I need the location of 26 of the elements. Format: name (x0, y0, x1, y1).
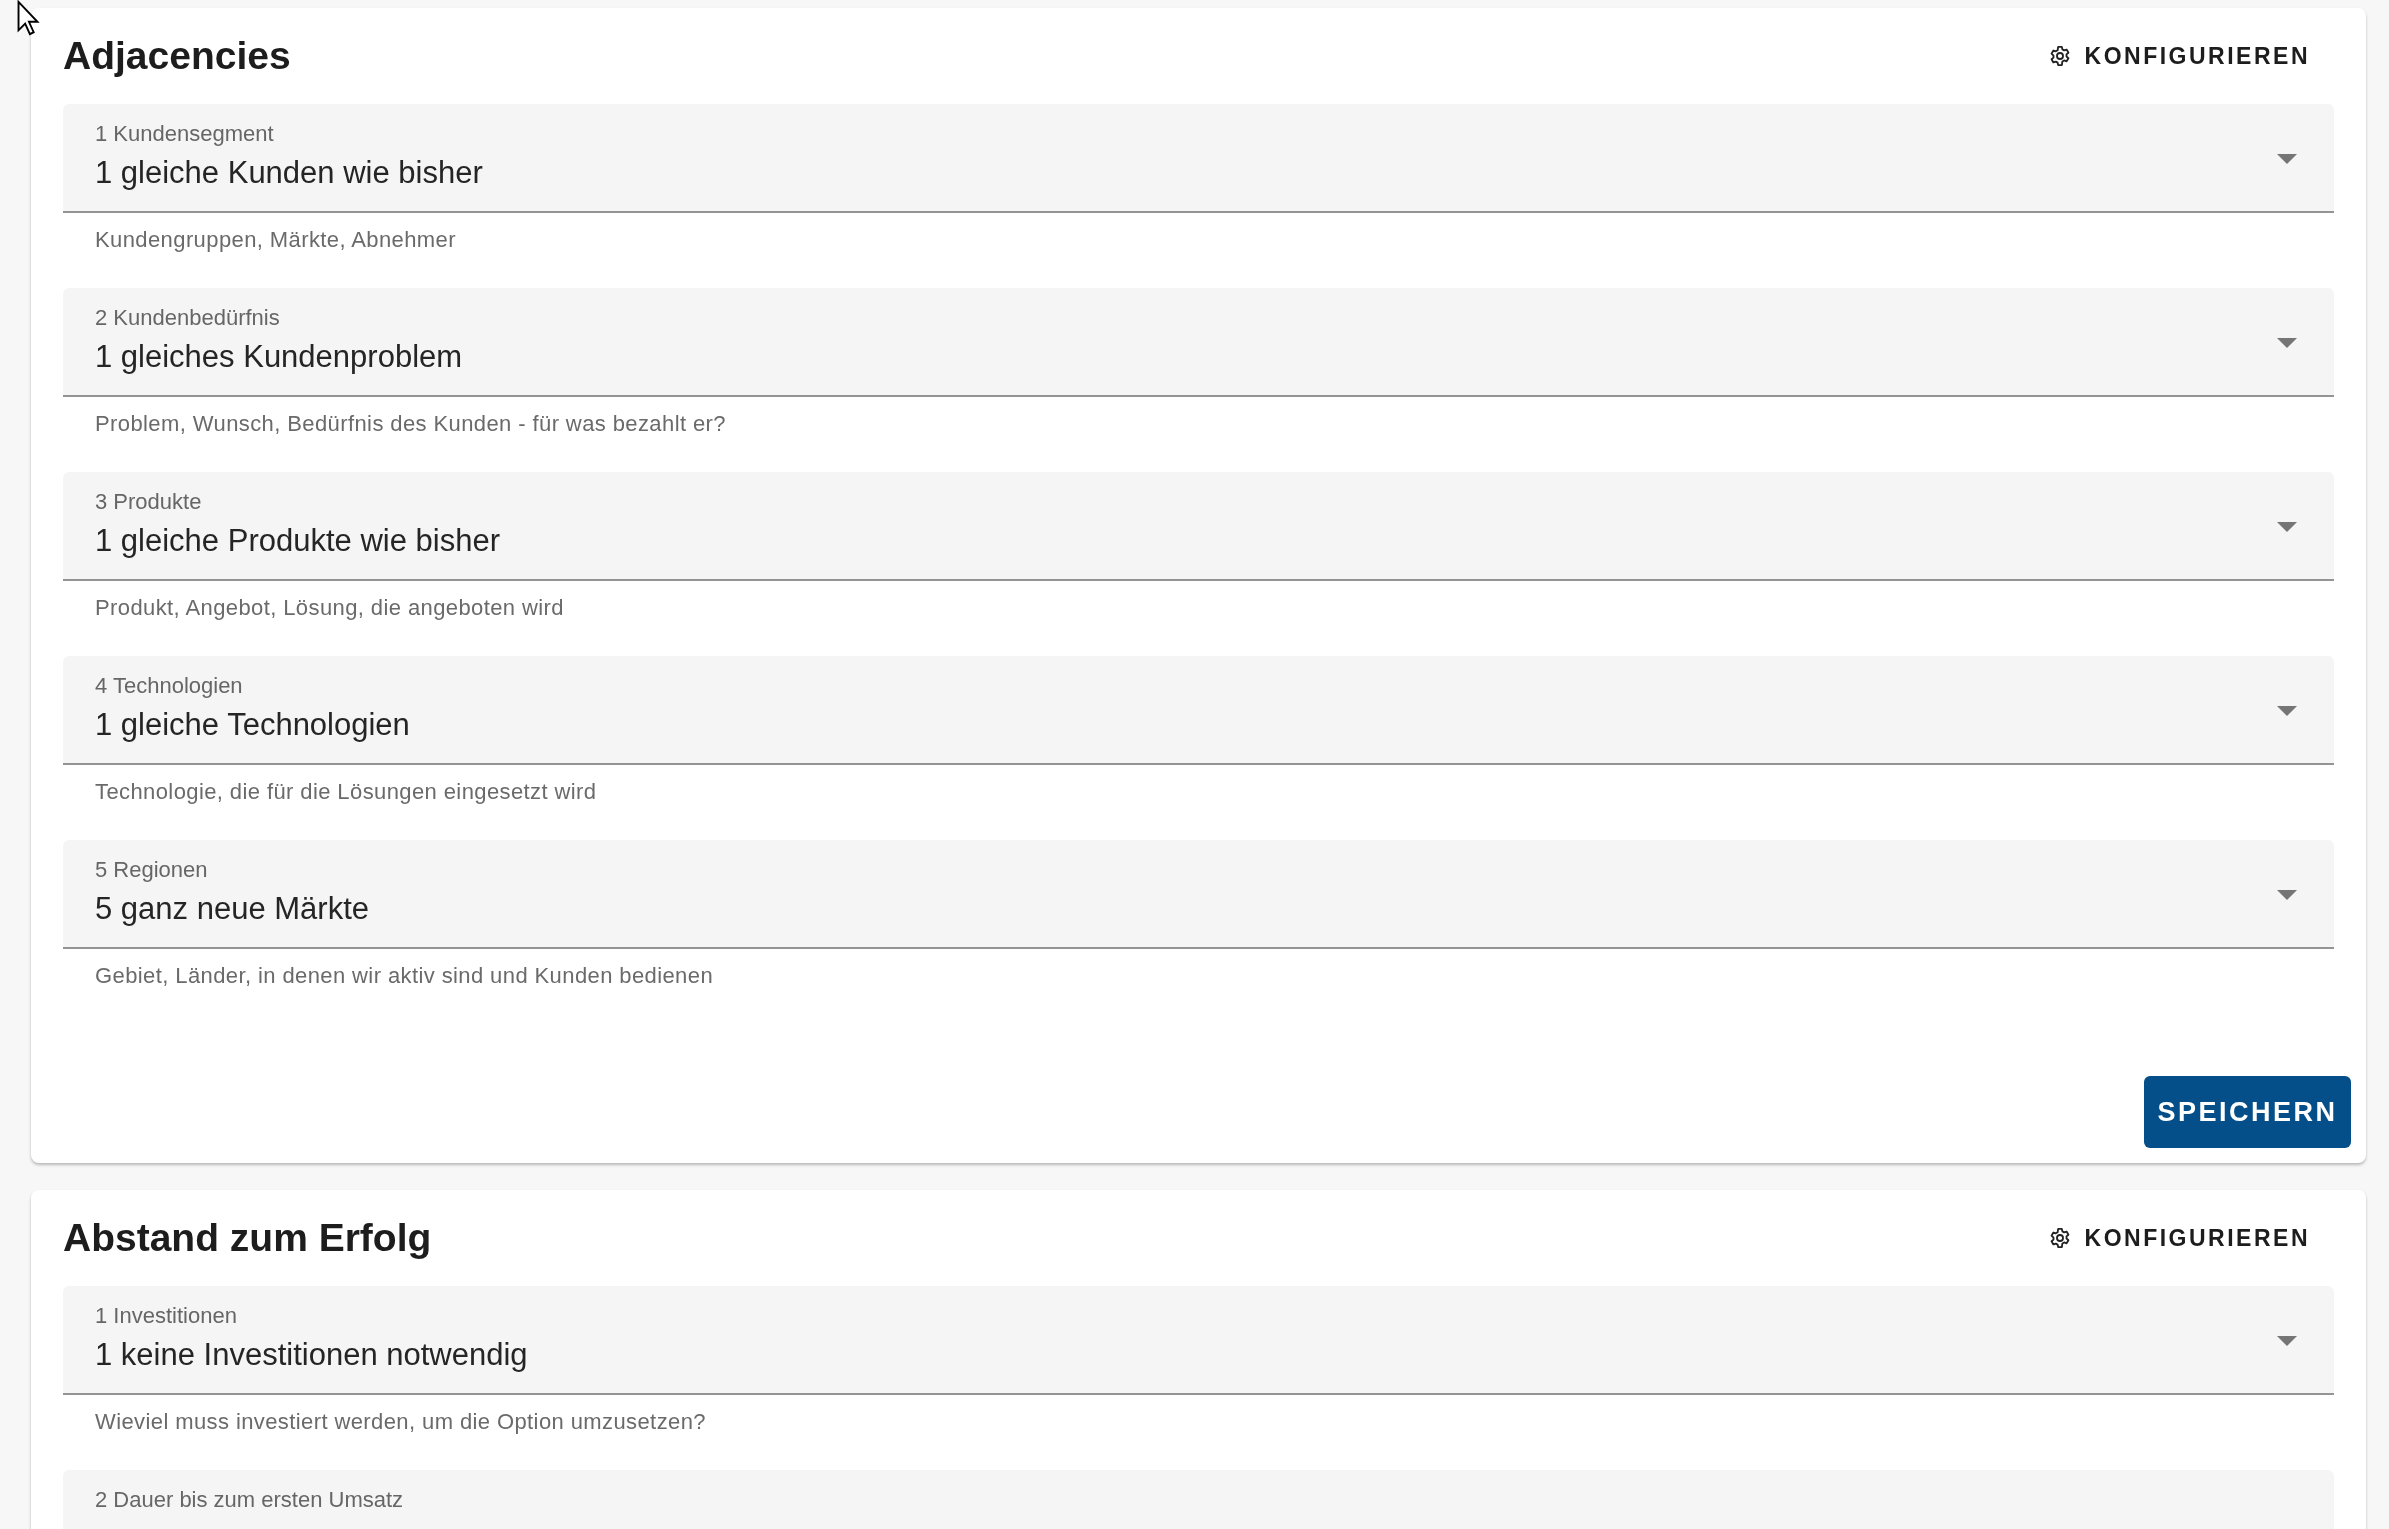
dropdown-arrow-icon (2277, 1336, 2297, 1346)
select-field[interactable]: 5 Regionen 5 ganz neue Märkte (63, 840, 2334, 949)
select-field[interactable]: 4 Technologien 1 gleiche Technologien (63, 656, 2334, 765)
select-field[interactable]: 3 Produkte 1 gleiche Produkte wie bisher (63, 472, 2334, 581)
dropdown-arrow-icon (2277, 338, 2297, 348)
configure-button[interactable]: KONFIGURIEREN (2038, 34, 2334, 78)
helper-text: Technologie, die für die Lösungen eingesetzt wird (94, 778, 598, 806)
settings-icon (2048, 45, 2071, 67)
select-field[interactable]: 2 Dauer bis zum ersten Umsatz (63, 1470, 2334, 1529)
helper-text: Wieviel muss investiert werden, um die Option umzusetzen? (94, 1408, 707, 1436)
helper-text: Kundengruppen, Märkte, Abnehmer (94, 226, 457, 254)
select-field[interactable]: 1 Investitionen 1 keine Investitionen notwendig (63, 1286, 2334, 1395)
configure-button[interactable]: KONFIGURIEREN (2038, 1216, 2334, 1260)
select-field[interactable]: 1 Kundensegment 1 gleiche Kunden wie bisher (63, 104, 2334, 213)
card-title: Abstand zum Erfolg (63, 1216, 432, 1260)
dropdown-arrow-icon (2277, 706, 2297, 716)
card-title: Adjacencies (63, 34, 291, 78)
dropdown-arrow-icon (2277, 522, 2297, 532)
helper-text: Produkt, Angebot, Lösung, die angeboten wird (94, 594, 565, 622)
helper-text: Problem, Wunsch, Bedürfnis des Kunden - für was bezahlt er? (94, 410, 727, 438)
save-button[interactable]: SPEICHERN (2144, 1076, 2351, 1148)
select-field[interactable]: 2 Kundenbedürfnis 1 gleiches Kundenproblem (63, 288, 2334, 397)
settings-icon (2048, 1227, 2071, 1249)
helper-text: Gebiet, Länder, in denen wir aktiv sind und Kunden bedienen (94, 962, 715, 990)
dropdown-arrow-icon (2277, 154, 2297, 164)
dropdown-arrow-icon (2277, 890, 2297, 900)
